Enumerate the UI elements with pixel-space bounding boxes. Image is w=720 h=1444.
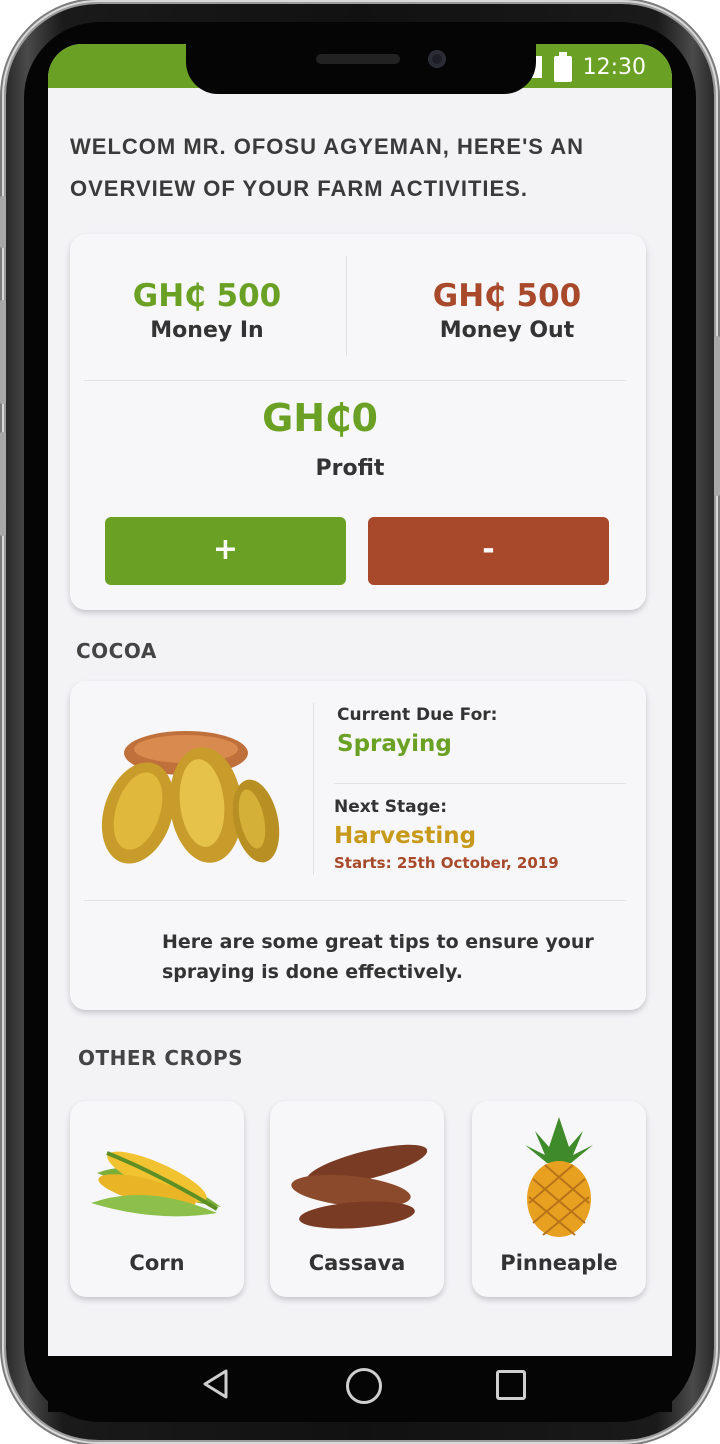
money-in-amount: GH₵ 500 <box>132 278 282 314</box>
crop-name-corn: Corn <box>129 1251 185 1275</box>
cocoa-pods-image <box>101 731 280 864</box>
side-button-volume-up <box>0 300 6 404</box>
status-time: 12:30 <box>582 55 646 80</box>
cocoa-tips-link[interactable]: Here are some great tips to ensure your … <box>162 927 638 987</box>
profit-label: Profit <box>315 456 385 481</box>
cocoa-card[interactable]: Current Due For: Spraying Next Stage: Ha… <box>70 681 646 1010</box>
crop-card-pineapple[interactable]: Pinneaple <box>472 1101 646 1297</box>
app-screen: 12:30 WELCOM MR. OFOSU AGYEMAN, HERE'S A… <box>48 44 672 1356</box>
cocoa-section-title: COCOA <box>76 639 157 663</box>
stage-divider <box>334 783 626 784</box>
side-button-power <box>714 336 720 496</box>
next-stage-label: Next Stage: <box>334 797 448 817</box>
money-in-label: Money In <box>150 318 264 343</box>
system-navigation-bar <box>48 1356 672 1412</box>
other-crops-section-title: OTHER CROPS <box>78 1046 244 1070</box>
profit-amount: GH₵0 <box>262 396 378 440</box>
front-camera <box>428 50 446 68</box>
home-icon[interactable] <box>346 1368 382 1404</box>
side-button-silent <box>0 196 6 248</box>
add-money-button[interactable]: + <box>105 517 346 585</box>
crop-name-cassava: Cassava <box>308 1251 406 1275</box>
side-button-volume-down <box>0 432 6 536</box>
current-due-value: Spraying <box>337 731 452 757</box>
welcome-heading: WELCOM MR. OFOSU AGYEMAN, HERE'S AN OVER… <box>70 134 585 201</box>
recent-apps-icon[interactable] <box>496 1370 526 1400</box>
subtract-money-button[interactable]: - <box>368 517 609 585</box>
tips-divider <box>84 900 626 901</box>
money-in-block: GH₵ 500 Money In <box>82 278 332 343</box>
finance-divider-horizontal <box>84 380 626 381</box>
pineapple-image <box>525 1117 593 1237</box>
crop-name-pineapple: Pinneaple <box>500 1251 618 1275</box>
corn-image <box>91 1151 221 1217</box>
battery-icon <box>554 52 572 82</box>
earpiece-speaker <box>316 54 400 64</box>
cassava-image <box>291 1144 427 1229</box>
crop-card-corn[interactable]: Corn <box>70 1101 244 1297</box>
phone-notch <box>186 44 536 94</box>
money-out-label: Money Out <box>439 318 575 343</box>
money-out-block: GH₵ 500 Money Out <box>382 278 632 343</box>
next-stage-value: Harvesting <box>334 823 477 849</box>
money-out-amount: GH₵ 500 <box>432 278 582 314</box>
next-stage-start-date: Starts: 25th October, 2019 <box>334 854 559 872</box>
cocoa-divider-vertical <box>313 703 314 875</box>
crop-card-cassava[interactable]: Cassava <box>270 1101 444 1297</box>
back-icon[interactable] <box>200 1368 232 1400</box>
current-due-label: Current Due For: <box>337 705 498 725</box>
finance-divider-vertical <box>346 256 347 356</box>
finance-summary-card: GH₵ 500 Money In GH₵ 500 Money Out GH₵0 … <box>70 234 646 610</box>
